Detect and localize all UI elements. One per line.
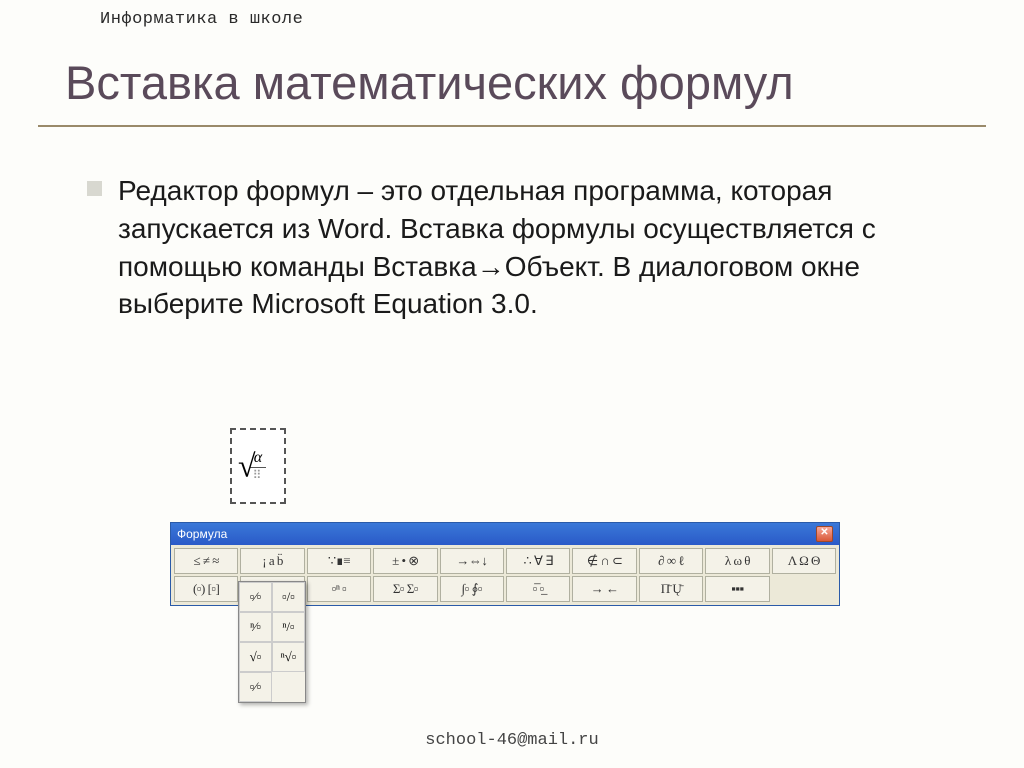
- dropdown-item-2-1[interactable]: ⁿ√▫: [272, 642, 305, 672]
- slide-footer: school-46@mail.ru: [0, 731, 1024, 750]
- toolbar-button-r2-7[interactable]: Π̄ Ų̄: [639, 576, 703, 602]
- toolbar-button-r2-8[interactable]: ▪▪▪: [705, 576, 769, 602]
- dropdown-item-2-0[interactable]: √▫: [239, 642, 272, 672]
- slide-title: Вставка математических формул: [65, 55, 794, 110]
- toolbar-button-r1-3[interactable]: ± • ⊗: [373, 548, 437, 574]
- toolbar-button-r2-6[interactable]: → ←: [572, 576, 636, 602]
- close-button[interactable]: ✕: [816, 526, 833, 542]
- toolbar-button-r1-2[interactable]: ∵∎≡: [307, 548, 371, 574]
- toolbar-titlebar[interactable]: Формула ✕: [171, 523, 839, 545]
- body-paragraph: Редактор формул – это отдельная программ…: [118, 172, 928, 323]
- equation-object[interactable]: √ α ⠿: [230, 428, 286, 504]
- toolbar-button-r2-4[interactable]: ∫▫ ∮▫: [440, 576, 504, 602]
- toolbar-button-r1-4[interactable]: →⇔↓: [440, 548, 504, 574]
- bullet-icon: [87, 181, 102, 196]
- toolbar-button-r2-5[interactable]: ▫̅ ▫̲: [506, 576, 570, 602]
- toolbar-button-r1-9[interactable]: Λ Ω Θ: [772, 548, 836, 574]
- dropdown-item-1-1[interactable]: ⁿ/▫: [272, 612, 305, 642]
- fraction-radical-dropdown: ▫⁄▫▫/▫ⁿ⁄▫ⁿ/▫√▫ⁿ√▫▫⁄▫: [238, 581, 306, 703]
- toolbar-title-text: Формула: [177, 527, 227, 541]
- toolbar-button-r2-3[interactable]: Σ▫ Σ▫: [373, 576, 437, 602]
- title-underline: [38, 125, 986, 127]
- slide-header: Информатика в школе: [100, 10, 303, 29]
- radical-icon: √: [238, 448, 256, 485]
- dropdown-item-1-0[interactable]: ⁿ⁄▫: [239, 612, 272, 642]
- toolbar-button-r1-1[interactable]: ¡ a b̈: [240, 548, 304, 574]
- toolbar-button-r1-5[interactable]: ∴ ∀ ∃: [506, 548, 570, 574]
- dropdown-item-0-1[interactable]: ▫/▫: [272, 582, 305, 612]
- dropdown-item-0-0[interactable]: ▫⁄▫: [239, 582, 272, 612]
- toolbar-button-r1-7[interactable]: ∂ ∞ ℓ: [639, 548, 703, 574]
- toolbar-button-r2-2[interactable]: ▫ⁿ ▫: [307, 576, 371, 602]
- dropdown-item-3-0[interactable]: ▫⁄▫: [239, 672, 272, 702]
- toolbar-button-r1-8[interactable]: λ ω θ: [705, 548, 769, 574]
- toolbar-button-r2-0[interactable]: (▫) [▫]: [174, 576, 238, 602]
- toolbar-button-r1-6[interactable]: ∉ ∩ ⊂: [572, 548, 636, 574]
- toolbar-button-r1-0[interactable]: ≤ ≠ ≈: [174, 548, 238, 574]
